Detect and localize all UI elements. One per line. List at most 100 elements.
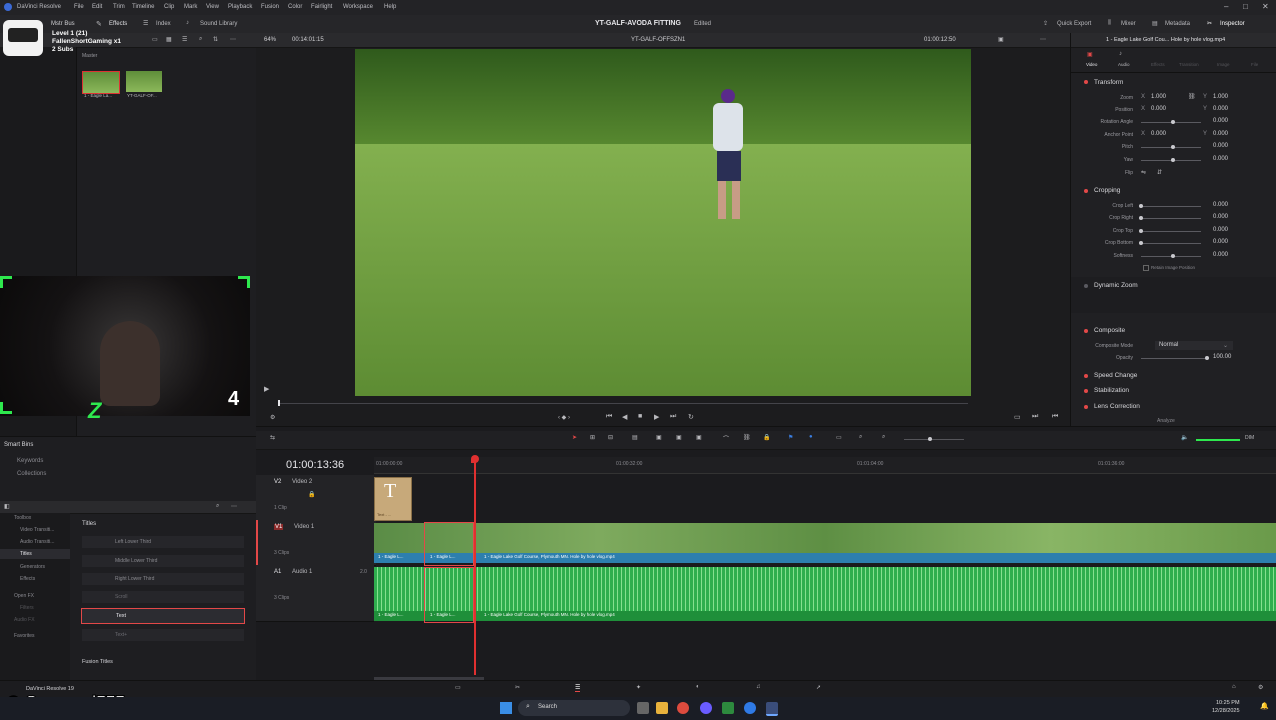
marker-icon[interactable]: ● — [809, 434, 813, 440]
tree-audio-transitions[interactable]: Audio Transiti... — [20, 539, 54, 545]
playhead-handle[interactable] — [471, 455, 479, 463]
home-icon[interactable]: ⌂ — [1232, 684, 1236, 690]
crop-bottom-value[interactable]: 0.000 — [1213, 239, 1228, 245]
smart-bin-keywords[interactable]: Keywords — [17, 458, 43, 464]
effects-search-icon[interactable]: ⌕ — [216, 503, 219, 510]
lens-correction-section[interactable]: Lens Correction — [1094, 403, 1140, 410]
edge-icon[interactable] — [744, 702, 756, 714]
anchor-y-value[interactable]: 0.000 — [1213, 131, 1228, 137]
opacity-slider[interactable] — [1141, 358, 1209, 359]
menu-timeline[interactable]: Timeline — [132, 4, 154, 10]
rotation-value[interactable]: 0.000 — [1213, 118, 1228, 124]
color-page-icon[interactable]: ◐ — [696, 684, 700, 690]
taskbar-search[interactable]: ⌕ Search — [518, 700, 630, 716]
title-text-plus[interactable]: Text+ — [115, 632, 127, 638]
lens-correction-dot[interactable] — [1084, 405, 1088, 409]
tree-video-transitions[interactable]: Video Transiti... — [20, 527, 54, 533]
smart-bin-collections[interactable]: Collections — [17, 471, 46, 477]
menu-trim[interactable]: Trim — [113, 4, 125, 10]
minimize-icon[interactable]: – — [1224, 2, 1228, 11]
deliver-page-icon[interactable]: ➚ — [816, 684, 821, 691]
selection-tool-icon[interactable]: ➤ — [572, 434, 577, 441]
track-id-v1[interactable]: V1 — [274, 524, 284, 530]
overwrite-clip-icon[interactable]: ▣ — [676, 434, 682, 441]
blade-tool-icon[interactable]: ▤ — [632, 434, 638, 441]
volume-icon[interactable]: 🔈 — [1181, 434, 1188, 441]
discord-taskbar-icon[interactable] — [700, 702, 712, 714]
zoom-custom-icon[interactable]: ⌕ — [882, 434, 885, 441]
analyze-button[interactable]: Analyze — [1157, 418, 1175, 424]
menu-edit[interactable]: Edit — [92, 4, 102, 10]
play-icon[interactable]: ▶ — [654, 413, 659, 421]
zoom-detail-icon[interactable]: ⌕ — [859, 434, 862, 441]
stabilization-section[interactable]: Stabilization — [1094, 387, 1129, 394]
crop-left-slider[interactable] — [1141, 206, 1201, 207]
start-icon[interactable] — [500, 702, 512, 714]
composite-mode-select[interactable]: Normal ⌄ — [1155, 341, 1233, 350]
prev-edit-icon[interactable]: ⏭ — [1032, 413, 1038, 421]
tree-titles[interactable]: Titles — [20, 551, 32, 557]
index-toggle[interactable]: Index — [156, 21, 171, 27]
timeline-ruler[interactable]: 01:00:00:00 01:00:32:00 01:01:04:00 01:0… — [374, 457, 1276, 474]
transform-section[interactable]: Transform — [1094, 79, 1123, 86]
anchor-x-value[interactable]: 0.000 — [1151, 131, 1166, 137]
tab-video[interactable]: Video — [1086, 62, 1097, 67]
step-icons[interactable]: ‹ ◆ › — [558, 414, 570, 421]
insert-clip-icon[interactable]: ▣ — [656, 434, 662, 441]
audio-clip[interactable]: 1 - Eagle L... 1 - Eagle L... 1 - Eagle … — [374, 567, 1276, 621]
crop-bottom-slider[interactable] — [1141, 243, 1201, 244]
grid-view-icon[interactable]: ▦ — [166, 36, 172, 43]
speed-change-dot[interactable] — [1084, 374, 1088, 378]
crop-top-slider[interactable] — [1141, 231, 1201, 232]
flip-horizontal-icon[interactable]: ⇋ — [1141, 169, 1146, 176]
video-frame[interactable] — [355, 49, 971, 396]
title-item-2[interactable] — [82, 555, 244, 567]
task-view-icon[interactable] — [637, 702, 649, 714]
fairlight-page-icon[interactable]: ♫ — [756, 684, 761, 690]
effects-toggle[interactable]: Effects — [109, 21, 127, 27]
composite-enabled-dot[interactable] — [1084, 329, 1088, 333]
sidebar-toggle-icon[interactable]: ◧ — [4, 503, 10, 510]
crop-left-handle[interactable] — [1139, 204, 1143, 208]
softness-handle[interactable] — [1171, 254, 1175, 258]
volume-slider[interactable] — [1196, 439, 1240, 441]
tree-audio-fx[interactable]: Audio FX — [14, 617, 35, 623]
menu-file[interactable]: File — [74, 4, 84, 10]
title-left-lower-third[interactable]: Left Lower Third — [115, 539, 151, 545]
clip-thumbnail-2[interactable] — [126, 71, 162, 92]
cropping-section[interactable]: Cropping — [1094, 187, 1120, 194]
resolve-taskbar-icon[interactable] — [766, 702, 778, 716]
position-lock-icon[interactable]: 🔒 — [763, 434, 770, 441]
crop-top-handle[interactable] — [1139, 229, 1143, 233]
rotation-slider-handle[interactable] — [1171, 120, 1175, 124]
smart-bins-header[interactable]: Smart Bins — [4, 442, 33, 448]
menu-clip[interactable]: Clip — [164, 4, 174, 10]
loop-icon[interactable]: ↻ — [688, 413, 694, 421]
title-middle-lower-third[interactable]: Middle Lower Third — [115, 558, 157, 564]
edit-page-icon[interactable]: ☰ — [575, 684, 581, 692]
tab-transition[interactable]: Transition — [1179, 62, 1199, 67]
menu-fusion[interactable]: Fusion — [261, 4, 279, 10]
cut-page-icon[interactable]: ✂ — [515, 684, 520, 691]
dynamic-zoom-section[interactable]: Dynamic Zoom — [1094, 282, 1138, 289]
title-text[interactable]: Text — [116, 613, 126, 619]
metadata-button[interactable]: Metadata — [1165, 21, 1190, 27]
opacity-handle[interactable] — [1205, 356, 1209, 360]
tree-favorites[interactable]: Favorites — [14, 633, 35, 639]
title-right-lower-third[interactable]: Right Lower Third — [115, 576, 154, 582]
match-frame-icon[interactable]: ▭ — [1014, 413, 1021, 421]
chrome-icon[interactable] — [677, 702, 689, 714]
viewer-zoom[interactable]: 64% — [264, 37, 276, 43]
clip-thumbnail-1[interactable] — [82, 71, 120, 94]
effects-options-icon[interactable]: ⋯ — [231, 503, 237, 510]
xbox-icon[interactable] — [722, 702, 734, 714]
retain-checkbox[interactable] — [1143, 265, 1149, 271]
selected-audio-clip[interactable] — [424, 567, 474, 623]
file-explorer-icon[interactable] — [656, 702, 668, 714]
snapping-icon[interactable]: ⌒ — [723, 434, 729, 443]
linked-selection-icon[interactable]: ⛓ — [743, 434, 751, 441]
title-item-3[interactable] — [82, 573, 244, 585]
go-end-icon[interactable]: ⏭ — [670, 413, 676, 421]
viewer-scrubber[interactable] — [278, 403, 968, 404]
viewer-scrubber-handle[interactable] — [278, 400, 280, 406]
